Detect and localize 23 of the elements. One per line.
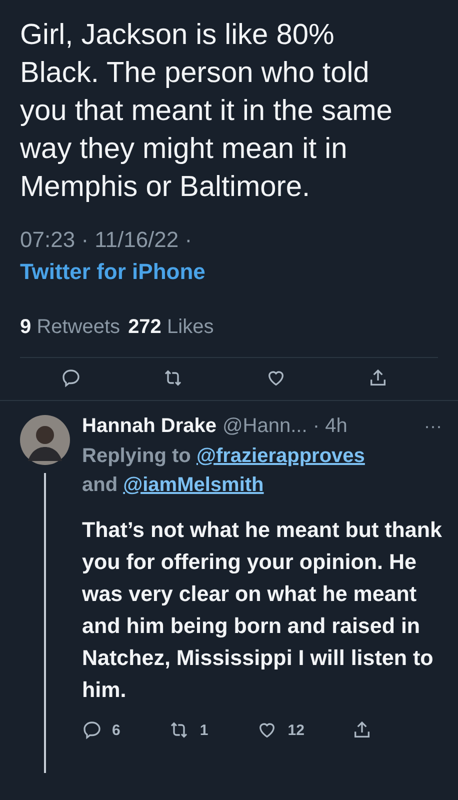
tweet-timestamp: 07:23 · 11/16/22 · bbox=[20, 227, 192, 252]
share-icon bbox=[352, 720, 372, 740]
share-button[interactable] bbox=[352, 720, 372, 740]
more-button[interactable]: ··· bbox=[424, 416, 442, 437]
author-handle[interactable]: @Hann... · 4h bbox=[222, 415, 348, 438]
stat-count[interactable]: 9 Retweets bbox=[20, 316, 120, 339]
mention-link[interactable]: @frazierapproves bbox=[196, 445, 365, 467]
avatar[interactable] bbox=[20, 415, 70, 465]
speech-bubble-icon bbox=[82, 720, 102, 740]
tweet-text: Girl, Jackson is like 80% Black. The person who told you that meant it in the same way they might mean it in Memphis or Baltimore. bbox=[20, 18, 394, 205]
replying-to-text: Replying to @frazierapproves and @iamMelsmith bbox=[82, 444, 366, 498]
source-link[interactable]: Twitter for iPhone bbox=[20, 256, 206, 288]
speech-bubble-icon bbox=[60, 368, 80, 388]
like-button[interactable]: 12 bbox=[256, 720, 304, 740]
author-name[interactable]: Hannah Drake bbox=[82, 415, 216, 438]
reply-button[interactable]: 6 bbox=[82, 720, 120, 740]
share-icon bbox=[368, 368, 388, 388]
reply-button[interactable] bbox=[60, 368, 80, 388]
share-button[interactable] bbox=[368, 368, 388, 388]
retweet-button[interactable]: 1 bbox=[168, 720, 208, 740]
stat-count[interactable]: 272 Likes bbox=[128, 316, 214, 339]
mention-link[interactable]: @iamMelsmith bbox=[123, 474, 264, 496]
reply-text: That’s not what he meant but thank you for offering your opinion. He was very clear on what he meant and him being born and raised in Natchez, Mississippi I will listen to him. bbox=[82, 517, 442, 704]
